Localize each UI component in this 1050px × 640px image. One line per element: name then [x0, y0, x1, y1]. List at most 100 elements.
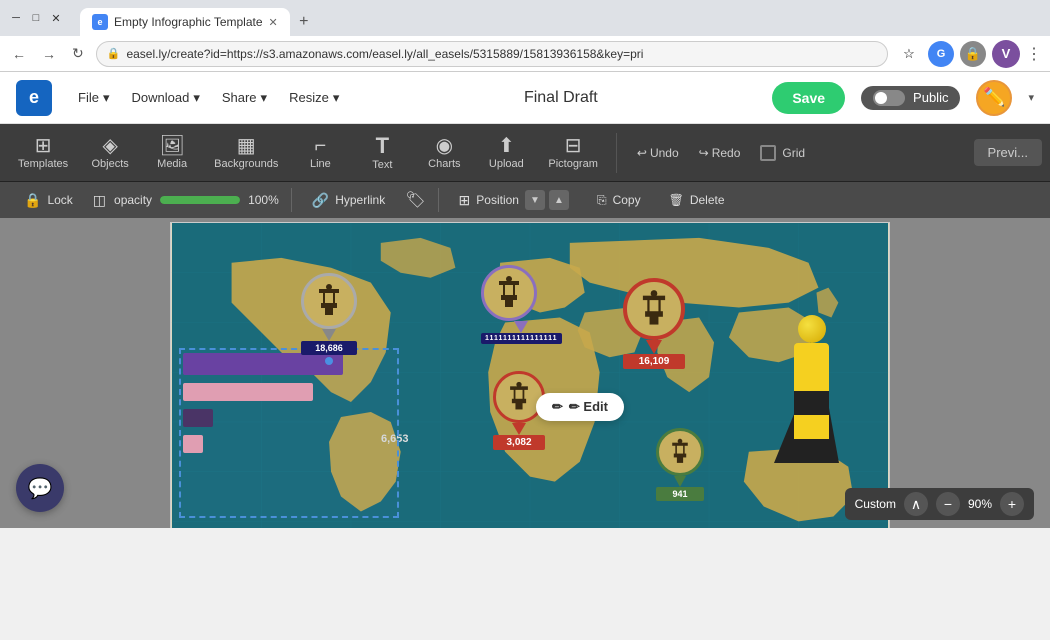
zoom-in-button[interactable]: + — [1000, 492, 1024, 516]
active-tab[interactable]: e Empty Infographic Template ✕ — [80, 8, 290, 36]
pictogram-icon: ⊟ — [565, 136, 582, 156]
pictogram-label: Pictogram — [548, 158, 598, 170]
back-button[interactable]: ← — [8, 42, 30, 66]
google-extension[interactable]: G — [928, 41, 954, 67]
tab-close-button[interactable]: ✕ — [269, 16, 278, 29]
toolbar-item-upload[interactable]: ⬆ Upload — [476, 130, 536, 176]
toolbar-divider — [616, 133, 617, 173]
toggle-track[interactable] — [873, 90, 905, 106]
profile-button[interactable]: V — [992, 40, 1020, 68]
preview-button[interactable]: Previ... — [974, 139, 1042, 166]
toolbar-item-backgrounds[interactable]: ▦ Backgrounds — [204, 130, 288, 176]
toolbar-item-media[interactable]: 🖼 Media — [142, 130, 202, 176]
redo-button[interactable]: ↪ Redo — [691, 142, 749, 164]
refresh-button[interactable]: ↻ — [68, 41, 88, 66]
text-label: Text — [372, 159, 392, 171]
map-pin-18686[interactable]: 18,686 — [301, 273, 357, 367]
position-control[interactable]: ⊞ Position ▼ ▲ — [451, 187, 577, 213]
forward-button[interactable]: → — [38, 42, 60, 66]
delete-icon: 🗑 — [669, 193, 684, 207]
action-divider-2 — [438, 188, 439, 212]
position-buttons: ▼ ▲ — [525, 190, 569, 210]
lock-control[interactable]: 🔒 Lock — [16, 189, 81, 212]
edit-popup[interactable]: ✏ ✏ Edit — [536, 393, 624, 421]
tag-icon: 🏷 — [405, 190, 425, 210]
public-toggle[interactable]: Public — [861, 86, 960, 110]
toggle-thumb — [875, 92, 887, 104]
toolbar-item-objects[interactable]: ◈ Objects — [80, 130, 140, 176]
undo-redo-group: ↩ Undo ↪ Redo — [629, 142, 749, 164]
templates-label: Templates — [18, 158, 68, 170]
minimize-button[interactable]: ─ — [8, 10, 24, 26]
opacity-icon: ◫ — [93, 192, 106, 209]
chat-icon: 💬 — [28, 476, 53, 501]
redo-icon: ↪ — [699, 146, 709, 160]
share-menu-button[interactable]: Share ▾ — [212, 84, 277, 112]
opacity-label: opacity — [114, 193, 152, 207]
lock-icon: 🔒 — [107, 47, 121, 60]
charts-icon: ◉ — [436, 136, 453, 156]
tab-favicon: e — [92, 14, 108, 30]
user-avatar-button[interactable]: ✏️ — [976, 80, 1012, 116]
hyperlink-label: Hyperlink — [335, 193, 385, 207]
opacity-fill — [160, 196, 240, 204]
browser-title-bar: ─ □ ✕ e Empty Infographic Template ✕ + — [0, 0, 1050, 36]
bookmark-button[interactable]: ☆ — [896, 41, 922, 67]
chat-button[interactable]: 💬 — [16, 464, 64, 512]
line-icon: ⌐ — [315, 136, 327, 156]
resize-menu-button[interactable]: Resize ▾ — [279, 84, 349, 112]
url-field[interactable]: 🔒 easel.ly/create?id=https://s3.amazonaw… — [96, 41, 888, 67]
grid-toggle[interactable]: Grid — [750, 141, 815, 165]
save-button[interactable]: Save — [772, 82, 845, 114]
zoom-bar: Custom ∧ − 90% + — [845, 488, 1034, 520]
canvas-area[interactable]: 6,653 18,686 1111111111111111 — [0, 218, 1050, 528]
position-down-button[interactable]: ▼ — [525, 190, 545, 210]
opacity-track[interactable] — [160, 196, 240, 204]
document-title[interactable]: Final Draft — [365, 89, 756, 107]
download-menu-button[interactable]: Download ▾ — [121, 84, 209, 112]
toolbar: ⊞ Templates ◈ Objects 🖼 Media ▦ Backgrou… — [0, 124, 1050, 182]
grid-checkbox[interactable] — [760, 145, 776, 161]
position-up-button[interactable]: ▲ — [549, 190, 569, 210]
tab-title: Empty Infographic Template — [114, 15, 263, 29]
file-chevron-icon: ▾ — [103, 90, 110, 106]
window-controls[interactable]: ─ □ ✕ — [8, 10, 64, 26]
map-pin-941[interactable]: 941 — [656, 428, 704, 501]
map-pin-16109[interactable]: 16,109 — [623, 278, 685, 369]
media-label: Media — [157, 158, 187, 170]
text-icon: T — [376, 135, 389, 157]
header-menu: File ▾ Download ▾ Share ▾ Resize ▾ — [68, 84, 349, 112]
maximize-button[interactable]: □ — [28, 10, 44, 26]
objects-label: Objects — [91, 158, 128, 170]
lock-icon: 🔒 — [24, 192, 41, 209]
opacity-control[interactable]: ◫ opacity 100% — [93, 192, 279, 209]
avatar-chevron-icon[interactable]: ▾ — [1028, 91, 1034, 104]
new-tab-button[interactable]: + — [290, 8, 318, 36]
charts-label: Charts — [428, 158, 460, 170]
upload-label: Upload — [489, 158, 524, 170]
bar-chart-overlay — [183, 353, 383, 461]
close-button[interactable]: ✕ — [48, 10, 64, 26]
delete-button[interactable]: 🗑 Delete — [661, 190, 733, 210]
zoom-out-button[interactable]: − — [936, 492, 960, 516]
map-pin-dotted[interactable]: 1111111111111111 — [481, 265, 562, 344]
extension-2[interactable]: 🔒 — [960, 41, 986, 67]
position-label: Position — [476, 193, 519, 207]
toolbar-item-templates[interactable]: ⊞ Templates — [8, 130, 78, 176]
infographic-canvas[interactable]: 6,653 18,686 1111111111111111 — [170, 222, 890, 528]
copy-button[interactable]: ⎘ Copy — [589, 190, 649, 211]
hyperlink-control[interactable]: 🔗 Hyperlink — [304, 189, 393, 212]
grid-label: Grid — [782, 146, 805, 160]
action-divider-1 — [291, 188, 292, 212]
browser-menu-button[interactable]: ⋮ — [1026, 44, 1042, 64]
media-icon: 🖼 — [159, 136, 184, 156]
undo-button[interactable]: ↩ Undo — [629, 142, 687, 164]
toolbar-item-charts[interactable]: ◉ Charts — [414, 130, 474, 176]
public-label: Public — [913, 90, 948, 105]
toolbar-item-pictogram[interactable]: ⊟ Pictogram — [538, 130, 608, 176]
zoom-chevron-button[interactable]: ∧ — [904, 492, 928, 516]
file-menu-button[interactable]: File ▾ — [68, 84, 119, 112]
resize-chevron-icon: ▾ — [333, 90, 340, 106]
toolbar-item-text[interactable]: T Text — [352, 129, 412, 177]
toolbar-item-line[interactable]: ⌐ Line — [290, 130, 350, 176]
